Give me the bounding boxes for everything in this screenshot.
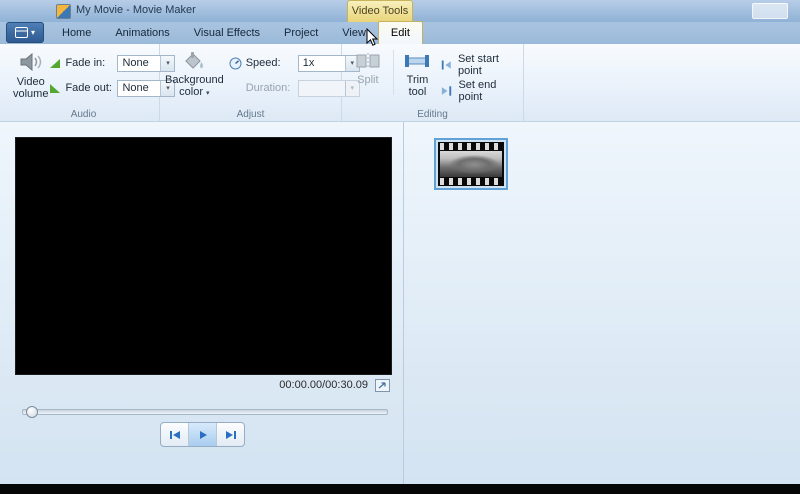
filmstrip-sprockets-bottom: [440, 178, 502, 185]
set-start-point-label: Set start point: [457, 53, 499, 77]
fullscreen-preview-icon[interactable]: [375, 378, 390, 392]
video-clip-thumbnail[interactable]: [434, 138, 508, 190]
ribbon: Video volume Fade in: None ▾ Fade out: N…: [0, 44, 800, 122]
app-menu-icon: [14, 27, 28, 38]
tab-visual-effects[interactable]: Visual Effects: [182, 22, 272, 44]
clip-frame-image: [440, 151, 502, 177]
background-color-arrow-icon: ▾: [206, 90, 210, 97]
fade-in-value: None: [122, 56, 149, 69]
trim-tool-icon: [405, 55, 430, 67]
title-bar: My Movie - Movie Maker Video Tools: [0, 0, 800, 23]
tab-home[interactable]: Home: [50, 22, 103, 44]
next-frame-button[interactable]: [217, 423, 244, 446]
next-frame-icon: [225, 430, 236, 439]
fade-in-label: Fade in:: [65, 57, 106, 69]
speaker-icon: [20, 52, 41, 72]
playback-timecode: 00:00.00/00:30.09: [279, 379, 368, 391]
app-icon: [56, 4, 71, 19]
play-icon: [199, 430, 207, 439]
previous-frame-icon: [169, 430, 180, 439]
editing-group-divider: [392, 50, 394, 95]
seek-slider-thumb[interactable]: [26, 406, 38, 418]
play-button[interactable]: [189, 423, 217, 446]
app-menu-arrow-icon: ▾: [30, 27, 35, 37]
pane-divider: [403, 122, 404, 484]
trim-tool-button[interactable]: Trim tool: [397, 48, 439, 100]
fade-out-value: None: [122, 81, 149, 94]
fade-in-icon: [50, 58, 61, 68]
video-tools-contextual-tab[interactable]: Video Tools: [347, 0, 413, 22]
background-color-label: Background color ▾: [165, 74, 224, 98]
ribbon-group-editing: Split Trim tool Set start point Set end …: [342, 44, 524, 121]
seek-slider-track[interactable]: [22, 409, 388, 415]
speed-label: Speed:: [245, 57, 281, 69]
set-end-point-label: Set end point: [458, 79, 497, 103]
tab-edit[interactable]: Edit: [377, 21, 423, 44]
video-volume-label: Video volume: [13, 76, 49, 100]
tab-animations[interactable]: Animations: [103, 22, 181, 44]
tab-project[interactable]: Project: [272, 22, 330, 44]
video-volume-button[interactable]: Video volume: [12, 48, 49, 102]
duration-label: Duration:: [245, 82, 291, 94]
audio-group-label: Audio: [70, 109, 97, 120]
movie-maker-window: My Movie - Movie Maker Video Tools ▾ Hom…: [0, 0, 800, 494]
set-start-point-button[interactable]: Set start point: [440, 53, 519, 77]
split-label: Split: [357, 74, 379, 86]
seek-slider[interactable]: [22, 406, 388, 418]
application-menu-button[interactable]: ▾: [6, 22, 44, 43]
ribbon-tab-bar: ▾ Home Animations Visual Effects Project…: [0, 21, 800, 44]
split-button: Split: [346, 48, 390, 88]
trim-tool-label: Trim tool: [406, 74, 429, 98]
duration-value: [299, 81, 345, 96]
paint-bucket-icon: [185, 52, 204, 69]
speed-value: 1x: [302, 56, 315, 69]
background-color-button[interactable]: Background color ▾: [164, 48, 225, 102]
bottom-black-bar: [0, 484, 800, 494]
fade-out-label: Fade out:: [65, 82, 112, 94]
ribbon-group-adjust: Background color ▾ Speed: 1x ▾ Duration:…: [160, 44, 360, 121]
adjust-group-label: Adjust: [236, 109, 265, 120]
set-start-point-icon: [442, 60, 452, 70]
speed-icon: [229, 57, 242, 69]
main-content: 00:00.00/00:30.09: [0, 122, 800, 484]
video-preview-screen[interactable]: [15, 137, 392, 375]
ribbon-group-audio: Video volume Fade in: None ▾ Fade out: N…: [8, 44, 176, 121]
set-end-point-button[interactable]: Set end point: [440, 79, 519, 103]
split-icon: [356, 53, 380, 69]
fade-out-icon: [50, 83, 61, 93]
filmstrip: [438, 142, 504, 186]
set-end-point-icon: [442, 86, 452, 96]
filmstrip-sprockets-top: [440, 143, 502, 150]
playback-controls: [160, 422, 245, 447]
window-controls[interactable]: [752, 3, 788, 19]
previous-frame-button[interactable]: [161, 423, 189, 446]
window-title: My Movie - Movie Maker: [76, 4, 196, 16]
editing-group-label: Editing: [417, 109, 448, 120]
tab-view[interactable]: View: [330, 22, 378, 44]
